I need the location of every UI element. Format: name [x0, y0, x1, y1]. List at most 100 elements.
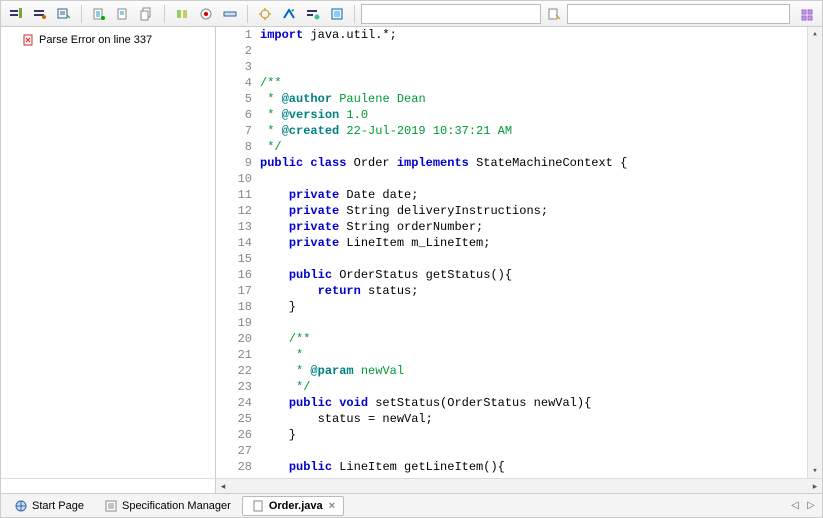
editor: 1234567891011121314151617181920212223242… [216, 27, 822, 478]
code-line[interactable] [260, 171, 797, 187]
code-line[interactable]: * [260, 347, 797, 363]
code-line[interactable]: * @created 22-Jul-2019 10:37:21 AM [260, 123, 797, 139]
code-line[interactable]: public LineItem getLineItem(){ [260, 459, 797, 475]
line-number: 8 [216, 139, 252, 155]
toolbar-button-9[interactable] [219, 3, 241, 25]
line-number: 13 [216, 219, 252, 235]
line-number: 16 [216, 267, 252, 283]
toolbar-search-input-1[interactable] [361, 4, 541, 24]
code-line[interactable]: public void setStatus(OrderStatus newVal… [260, 395, 797, 411]
document-icon [251, 499, 265, 513]
tabbar: Start Page Specification Manager Order.j… [1, 493, 822, 517]
toolbar-button-11[interactable] [278, 3, 300, 25]
code-line[interactable]: public class Order implements StateMachi… [260, 155, 797, 171]
toolbar-button-12[interactable] [302, 3, 324, 25]
line-number: 18 [216, 299, 252, 315]
code-line[interactable] [260, 251, 797, 267]
toolbar-button-1[interactable] [5, 3, 27, 25]
code-line[interactable]: } [260, 299, 797, 315]
toolbar-button-8[interactable] [195, 3, 217, 25]
close-icon[interactable]: × [329, 500, 335, 512]
line-number: 28 [216, 459, 252, 475]
line-number: 5 [216, 91, 252, 107]
line-number: 7 [216, 123, 252, 139]
line-number: 1 [216, 27, 252, 43]
toolbar-button-10[interactable] [254, 3, 276, 25]
code-line[interactable]: } [260, 427, 797, 443]
code-viewport[interactable]: 1234567891011121314151617181920212223242… [216, 27, 822, 478]
hscroll-track[interactable] [230, 479, 808, 493]
code-line[interactable]: * @version 1.0 [260, 107, 797, 123]
line-number: 12 [216, 203, 252, 219]
parse-error-label: Parse Error on line 337 [39, 34, 152, 46]
scroll-left-icon[interactable]: ◂ [216, 479, 230, 493]
code-line[interactable]: import java.util.*; [260, 27, 797, 43]
code-line[interactable] [260, 43, 797, 59]
code-lines[interactable]: import java.util.*; /** * @author Paulene… [260, 27, 807, 478]
toolbar [1, 1, 822, 27]
tab-order-java[interactable]: Order.java × [242, 496, 344, 516]
toolbar-separator [81, 5, 82, 23]
code-line[interactable]: private Date date; [260, 187, 797, 203]
tab-prev-icon[interactable]: ◁ [788, 500, 802, 511]
line-gutter: 1234567891011121314151617181920212223242… [216, 27, 260, 478]
toolbar-button-15[interactable] [796, 3, 818, 25]
code-line[interactable]: status = newVal; [260, 411, 797, 427]
line-number: 10 [216, 171, 252, 187]
line-number: 19 [216, 315, 252, 331]
line-number: 6 [216, 107, 252, 123]
parse-error-item[interactable]: Parse Error on line 337 [3, 31, 213, 49]
code-line[interactable] [260, 315, 797, 331]
code-line[interactable]: * @param newVal [260, 363, 797, 379]
code-line[interactable]: */ [260, 379, 797, 395]
toolbar-button-7[interactable] [171, 3, 193, 25]
toolbar-button-6[interactable] [136, 3, 158, 25]
line-number: 23 [216, 379, 252, 395]
main-content: Parse Error on line 337 1234567891011121… [1, 27, 822, 478]
tab-label: Order.java [269, 500, 323, 512]
line-number: 21 [216, 347, 252, 363]
list-icon [104, 499, 118, 513]
line-number: 11 [216, 187, 252, 203]
line-number: 15 [216, 251, 252, 267]
line-number: 17 [216, 283, 252, 299]
sidebar: Parse Error on line 337 [1, 27, 216, 478]
toolbar-button-14[interactable] [543, 3, 565, 25]
tab-spec-manager[interactable]: Specification Manager [95, 496, 240, 516]
toolbar-separator [164, 5, 165, 23]
code-line[interactable]: public OrderStatus getStatus(){ [260, 267, 797, 283]
tab-start-page[interactable]: Start Page [5, 496, 93, 516]
code-line[interactable]: return status; [260, 283, 797, 299]
tab-label: Specification Manager [122, 500, 231, 512]
horizontal-scrollbar[interactable]: ◂ ▸ [1, 478, 822, 493]
toolbar-button-5[interactable] [112, 3, 134, 25]
code-line[interactable]: */ [260, 139, 797, 155]
vertical-scrollbar[interactable]: ▴ ▾ [807, 27, 822, 478]
scroll-right-icon[interactable]: ▸ [808, 479, 822, 493]
line-number: 9 [216, 155, 252, 171]
line-number: 2 [216, 43, 252, 59]
scroll-down-icon[interactable]: ▾ [808, 464, 822, 478]
toolbar-button-3[interactable] [53, 3, 75, 25]
tab-next-icon[interactable]: ▷ [804, 500, 818, 511]
line-number: 27 [216, 443, 252, 459]
globe-icon [14, 499, 28, 513]
line-number: 14 [216, 235, 252, 251]
line-number: 20 [216, 331, 252, 347]
code-line[interactable] [260, 59, 797, 75]
code-line[interactable]: private LineItem m_LineItem; [260, 235, 797, 251]
line-number: 3 [216, 59, 252, 75]
line-number: 22 [216, 363, 252, 379]
code-line[interactable]: private String orderNumber; [260, 219, 797, 235]
code-line[interactable]: /** [260, 331, 797, 347]
toolbar-button-2[interactable] [29, 3, 51, 25]
line-number: 4 [216, 75, 252, 91]
code-line[interactable]: * @author Paulene Dean [260, 91, 797, 107]
code-line[interactable] [260, 443, 797, 459]
scroll-up-icon[interactable]: ▴ [808, 27, 822, 41]
toolbar-button-13[interactable] [326, 3, 348, 25]
code-line[interactable]: private String deliveryInstructions; [260, 203, 797, 219]
code-line[interactable]: /** [260, 75, 797, 91]
toolbar-search-input-2[interactable] [567, 4, 790, 24]
toolbar-button-4[interactable] [88, 3, 110, 25]
